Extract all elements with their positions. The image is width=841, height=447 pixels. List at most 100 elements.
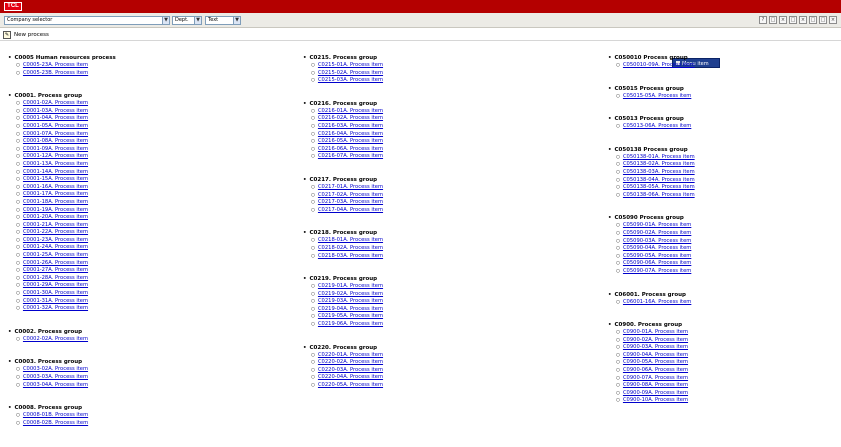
process-link[interactable]: C0001-02A. Process item (23, 100, 88, 106)
process-link[interactable]: C0003-02A. Process item (23, 366, 88, 372)
process-link[interactable]: C0001-16A. Process item (23, 184, 88, 190)
window-icon[interactable]: □ (789, 16, 797, 24)
process-link[interactable]: C0001-24A. Process item (23, 244, 88, 250)
process-link[interactable]: C0215-02A. Process item (318, 70, 383, 76)
process-link[interactable]: C050138-06A. Process item (623, 192, 695, 198)
process-link[interactable]: C0219-03A. Process item (318, 298, 383, 304)
process-link[interactable]: C0001-27A. Process item (23, 267, 88, 273)
process-link[interactable]: C0217-02A. Process item (318, 192, 383, 198)
process-link[interactable]: C0005-23A. Process item (23, 62, 88, 68)
process-link[interactable]: C05013-06A. Process item (623, 123, 691, 129)
process-link[interactable]: C0217-03A. Process item (318, 199, 383, 205)
process-link[interactable]: C0001-14A. Process item (23, 169, 88, 175)
process-link[interactable]: C0900-06A. Process item (623, 367, 688, 373)
process-link[interactable]: C0001-12A. Process item (23, 153, 88, 159)
window-icon[interactable]: □ (809, 16, 817, 24)
process-link[interactable]: C0217-04A. Process item (318, 207, 383, 213)
process-link[interactable]: C0215-03A. Process item (318, 77, 383, 83)
process-link[interactable]: C050138-01A. Process item (623, 154, 695, 160)
process-link[interactable]: C06001-16A. Process item (623, 299, 691, 305)
process-link[interactable]: C0215-01A. Process item (318, 62, 383, 68)
process-link[interactable]: C0001-25A. Process item (23, 252, 88, 258)
process-link[interactable]: C0220-01A. Process item (318, 352, 383, 358)
process-link[interactable]: C0900-09A. Process item (623, 390, 688, 396)
window-icon[interactable]: □ (819, 16, 827, 24)
process-link[interactable]: C05090-01A. Process item (623, 222, 691, 228)
process-link[interactable]: C0220-02A. Process item (318, 359, 383, 365)
process-link[interactable]: C0001-13A. Process item (23, 161, 88, 167)
process-link[interactable]: C0002-02A. Process item (23, 336, 88, 342)
dept-select[interactable]: Dept. ▼ (172, 16, 202, 25)
process-link[interactable]: C05090-06A. Process item (623, 260, 691, 266)
process-link[interactable]: C0001-23A. Process item (23, 237, 88, 243)
process-link[interactable]: C0001-26A. Process item (23, 260, 88, 266)
process-link[interactable]: C0003-03A. Process item (23, 374, 88, 380)
process-link[interactable]: C0900-08A. Process item (623, 382, 688, 388)
process-link[interactable]: C0900-10A. Process item (623, 397, 688, 403)
process-link[interactable]: C0220-03A. Process item (318, 367, 383, 373)
window-icon[interactable]: □ (769, 16, 777, 24)
close-icon[interactable]: × (829, 16, 837, 24)
process-link[interactable]: C0003-04A. Process item (23, 382, 88, 388)
process-link[interactable]: C0001-31A. Process item (23, 298, 88, 304)
process-link[interactable]: C0001-21A. Process item (23, 222, 88, 228)
new-process-icon[interactable]: ✎ (3, 31, 11, 39)
process-link[interactable]: C0900-04A. Process item (623, 352, 688, 358)
process-link[interactable]: C0008-02B. Process item (23, 420, 88, 426)
process-link[interactable]: C0900-05A. Process item (623, 359, 688, 365)
process-link[interactable]: C0219-06A. Process item (318, 321, 383, 327)
process-link[interactable]: C0001-30A. Process item (23, 290, 88, 296)
process-link[interactable]: C05090-05A. Process item (623, 253, 691, 259)
process-link[interactable]: C0218-02A. Process item (318, 245, 383, 251)
process-link[interactable]: C0001-04A. Process item (23, 115, 88, 121)
process-link[interactable]: C0900-02A. Process item (623, 337, 688, 343)
process-link[interactable]: C0001-29A. Process item (23, 282, 88, 288)
process-link[interactable]: C0216-05A. Process item (318, 138, 383, 144)
process-link[interactable]: C0001-22A. Process item (23, 229, 88, 235)
process-link[interactable]: C0219-04A. Process item (318, 306, 383, 312)
process-link[interactable]: C0900-07A. Process item (623, 375, 688, 381)
process-link[interactable]: C0001-07A. Process item (23, 131, 88, 137)
process-link[interactable]: C0220-04A. Process item (318, 374, 383, 380)
process-link[interactable]: C0219-01A. Process item (318, 283, 383, 289)
process-link[interactable]: C0005-23B. Process item (23, 70, 88, 76)
process-link[interactable]: C0900-01A. Process item (623, 329, 688, 335)
process-link[interactable]: C0001-32A. Process item (23, 305, 88, 311)
process-link[interactable]: C0216-01A. Process item (318, 108, 383, 114)
search-input[interactable]: Text ▼ (205, 16, 241, 25)
close-icon[interactable]: × (799, 16, 807, 24)
process-link[interactable]: C0220-05A. Process item (318, 382, 383, 388)
process-link[interactable]: C0217-01A. Process item (318, 184, 383, 190)
new-process-link[interactable]: New process (14, 31, 49, 39)
process-link[interactable]: C0001-17A. Process item (23, 191, 88, 197)
process-link[interactable]: C05090-07A. Process item (623, 268, 691, 274)
close-icon[interactable]: × (779, 16, 787, 24)
company-select[interactable]: Company selector ▼ (4, 16, 170, 25)
process-link[interactable]: C050010-09A. Process item (623, 62, 695, 68)
process-link[interactable]: C0216-04A. Process item (318, 131, 383, 137)
process-link[interactable]: C0216-02A. Process item (318, 115, 383, 121)
process-link[interactable]: C0001-18A. Process item (23, 199, 88, 205)
help-icon[interactable]: ? (759, 16, 767, 24)
process-link[interactable]: C0001-15A. Process item (23, 176, 88, 182)
process-link[interactable]: C0216-06A. Process item (318, 146, 383, 152)
process-link[interactable]: C050138-03A. Process item (623, 169, 695, 175)
process-link[interactable]: C0900-03A. Process item (623, 344, 688, 350)
process-link[interactable]: C0001-09A. Process item (23, 146, 88, 152)
process-link[interactable]: C05015-05A. Process item (623, 93, 691, 99)
process-link[interactable]: C0218-01A. Process item (318, 237, 383, 243)
process-link[interactable]: C0001-08A. Process item (23, 138, 88, 144)
process-link[interactable]: C0001-20A. Process item (23, 214, 88, 220)
process-link[interactable]: C050138-04A. Process item (623, 177, 695, 183)
process-link[interactable]: C0008-01B. Process item (23, 412, 88, 418)
process-link[interactable]: C0219-05A. Process item (318, 313, 383, 319)
process-link[interactable]: C0219-02A. Process item (318, 291, 383, 297)
process-link[interactable]: C050138-02A. Process item (623, 161, 695, 167)
process-link[interactable]: C0001-28A. Process item (23, 275, 88, 281)
process-link[interactable]: C05090-04A. Process item (623, 245, 691, 251)
process-link[interactable]: C0216-07A. Process item (318, 153, 383, 159)
process-link[interactable]: C0216-03A. Process item (318, 123, 383, 129)
process-link[interactable]: C0218-03A. Process item (318, 253, 383, 259)
process-link[interactable]: C0001-05A. Process item (23, 123, 88, 129)
process-link[interactable]: C0001-19A. Process item (23, 207, 88, 213)
